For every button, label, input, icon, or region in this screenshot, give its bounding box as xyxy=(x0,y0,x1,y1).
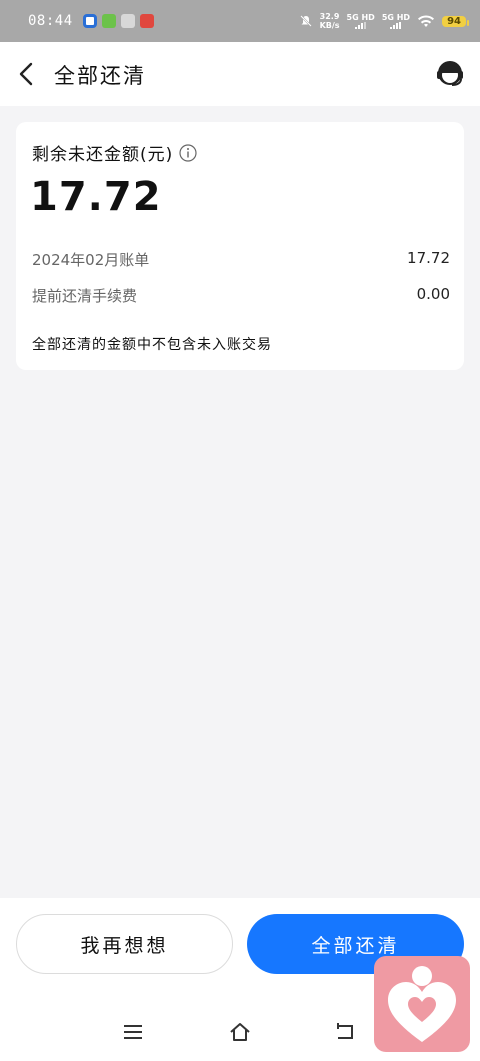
repayment-note: 全部还清的金额中不包含未入账交易 xyxy=(32,337,272,353)
detail-row-value: 17.72 xyxy=(407,249,450,267)
menu-icon[interactable] xyxy=(121,1020,145,1044)
amount-label-row: 剩余未还金额(元) xyxy=(32,140,197,165)
wifi-icon xyxy=(418,15,435,27)
battery-indicator: 94 xyxy=(442,15,469,27)
app-header: 全部还清 xyxy=(0,42,480,106)
app-notification-icon xyxy=(139,14,154,28)
reconsider-button[interactable]: 我再想想 xyxy=(16,914,233,974)
detail-row-value: 0.00 xyxy=(416,285,450,303)
app-notification-icon xyxy=(120,14,135,28)
back-nav-icon[interactable] xyxy=(334,1020,358,1044)
net-speed-value: 32.9 xyxy=(319,12,340,21)
status-bar: 08:44 32.9 KB/s 5G HD 5G HD 94 xyxy=(0,0,480,42)
heart-icon xyxy=(388,966,456,1042)
remaining-amount: 17.72 xyxy=(30,174,162,220)
signal-icon xyxy=(355,22,367,29)
page: 08:44 32.9 KB/s 5G HD 5G HD 94 全部还清 剩余未还… xyxy=(0,0,480,1061)
repayment-card: 剩余未还金额(元) 17.72 2024年02月账单 17.72 提前还清手续费… xyxy=(16,122,464,370)
detail-row-fee: 提前还清手续费 0.00 xyxy=(32,285,450,306)
status-time: 08:44 xyxy=(28,13,73,29)
remaining-amount-label: 剩余未还金额(元) xyxy=(32,145,174,165)
mute-icon xyxy=(299,15,312,27)
floating-assistant-widget[interactable] xyxy=(374,956,470,1052)
page-title: 全部还清 xyxy=(54,64,146,88)
detail-row-label: 2024年02月账单 xyxy=(32,251,150,269)
net-speed: 32.9 KB/s xyxy=(320,12,340,30)
detail-row-label: 提前还清手续费 xyxy=(32,287,138,305)
notification-icons xyxy=(82,14,154,28)
sim2-label: 5G HD xyxy=(381,13,411,22)
info-icon[interactable] xyxy=(179,143,197,162)
sim2-signal: 5G HD xyxy=(382,13,410,29)
app-notification-icon xyxy=(82,14,97,28)
status-right: 32.9 KB/s 5G HD 5G HD 94 xyxy=(299,12,469,30)
home-icon[interactable] xyxy=(228,1020,252,1044)
customer-service-icon[interactable] xyxy=(434,58,466,90)
signal-icon xyxy=(390,22,402,29)
sim1-label: 5G HD xyxy=(346,13,375,22)
net-speed-unit: KB/s xyxy=(319,21,340,30)
detail-row-bill: 2024年02月账单 17.72 xyxy=(32,249,450,270)
back-icon[interactable] xyxy=(14,60,42,88)
sim1-signal: 5G HD xyxy=(347,13,375,29)
app-notification-icon xyxy=(101,14,116,28)
